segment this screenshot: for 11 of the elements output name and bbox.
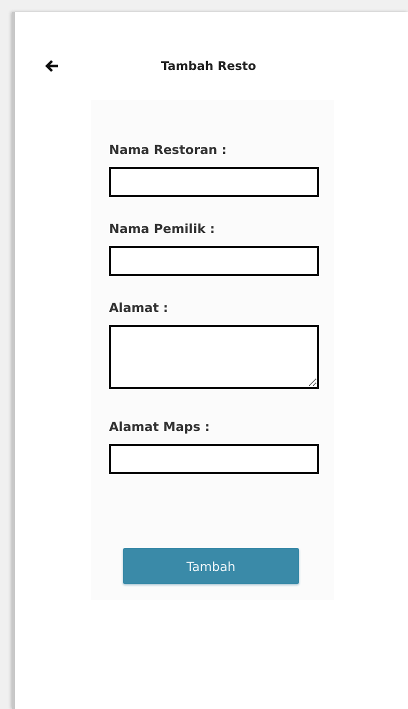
field-label: Alamat Maps : [109, 419, 211, 434]
back-arrow-icon[interactable] [45, 59, 59, 73]
text-field[interactable] [109, 444, 319, 474]
page-title: Tambah Resto [161, 59, 256, 73]
text-field[interactable] [109, 167, 319, 197]
add-button[interactable]: Tambah [123, 548, 299, 584]
field-label: Alamat : [109, 300, 170, 315]
text-field[interactable] [109, 246, 319, 276]
address-field[interactable] [109, 325, 319, 389]
field-label: Nama Pemilik : [109, 221, 216, 236]
field-label: Nama Restoran : [109, 142, 228, 157]
